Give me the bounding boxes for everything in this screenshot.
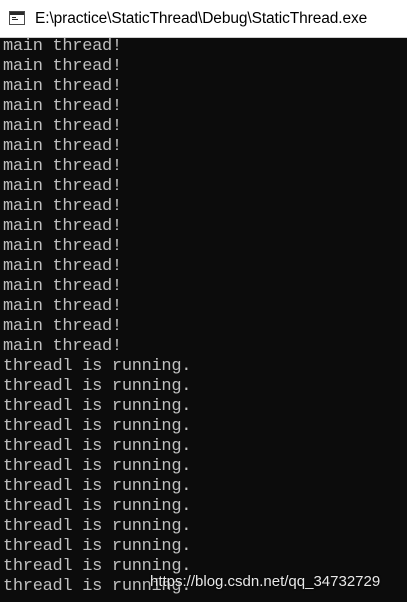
console-line: main thread! xyxy=(3,317,122,336)
watermark: https://blog.csdn.net/qq_34732729 xyxy=(150,573,381,590)
console-line: main thread! xyxy=(3,157,122,176)
console-line: threadl is running. xyxy=(3,357,192,376)
console-line: main thread! xyxy=(3,217,122,236)
console-line: main thread! xyxy=(3,97,122,116)
window-title: E:\practice\StaticThread\Debug\StaticThr… xyxy=(35,10,368,27)
console-line: threadl is running. xyxy=(3,397,192,416)
console-line: threadl is running. xyxy=(3,517,192,536)
console-line: main thread! xyxy=(3,137,122,156)
console-line: main thread! xyxy=(3,177,122,196)
console-line: main thread! xyxy=(3,197,122,216)
console-line: main thread! xyxy=(3,117,122,136)
console-window: E:\practice\StaticThread\Debug\StaticThr… xyxy=(0,0,407,602)
console-line: main thread! xyxy=(3,37,122,56)
console-output[interactable]: main thread! main thread! main thread! main… xyxy=(3,37,407,602)
console-window-icon xyxy=(9,11,25,25)
console-line: threadl is running. xyxy=(3,417,192,436)
console-line: main thread! xyxy=(3,297,122,316)
console-line: threadl is running. xyxy=(3,377,192,396)
console-line: threadl is running. xyxy=(3,437,192,456)
console-line: threadl is running. xyxy=(3,497,192,516)
console-line: main thread! xyxy=(3,277,122,296)
console-line: threadl is running. xyxy=(3,537,192,556)
console-line: main thread! xyxy=(3,257,122,276)
console-line: main thread! xyxy=(3,337,122,356)
console-line: threadl is running. xyxy=(3,457,192,476)
console-line: threadl is running. xyxy=(3,477,192,496)
console-line: main thread! xyxy=(3,57,122,76)
console-line: main thread! xyxy=(3,77,122,96)
console-line: main thread! xyxy=(3,237,122,256)
title-bar[interactable]: E:\practice\StaticThread\Debug\StaticThr… xyxy=(0,0,407,38)
